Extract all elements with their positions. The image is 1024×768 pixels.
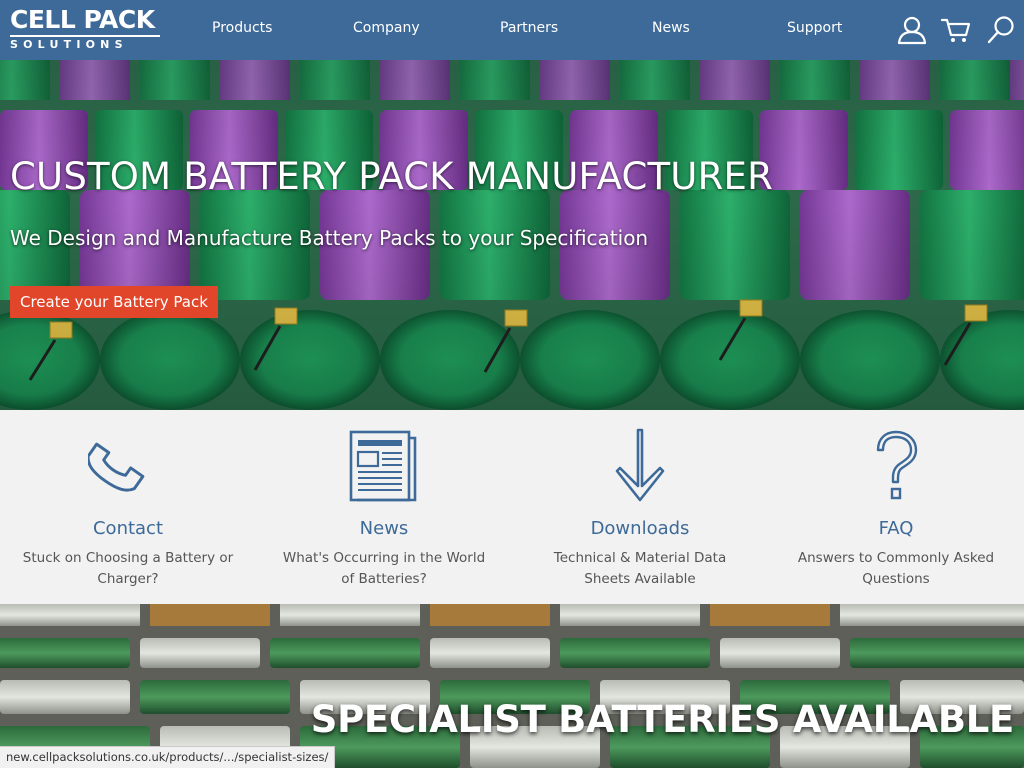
site-header: CELL PACK SOLUTIONS Products Company Par… (0, 0, 1024, 60)
cart-icon[interactable] (940, 14, 972, 46)
feature-downloads-title: Downloads (590, 518, 690, 539)
feature-downloads[interactable]: Downloads Technical & Material Data Shee… (512, 410, 768, 604)
features-section: Contact Stuck on Choosing a Battery or C… (0, 410, 1024, 604)
download-arrow-icon (615, 428, 665, 502)
feature-contact-title: Contact (92, 518, 164, 539)
feature-contact[interactable]: Contact Stuck on Choosing a Battery or C… (0, 410, 256, 604)
browser-status-url: new.cellpacksolutions.co.uk/products/...… (0, 746, 336, 768)
nav-news[interactable]: News (652, 20, 690, 36)
cell-pack-solutions-logo[interactable]: CELL PACK SOLUTIONS (10, 7, 160, 53)
logo-bottom-text: SOLUTIONS (10, 35, 160, 51)
newspaper-icon (349, 430, 417, 502)
banner-title: SPECIALIST BATTERIES AVAILABLE (310, 698, 1015, 741)
hero-title: CUSTOM BATTERY PACK MANUFACTURER (10, 155, 773, 198)
hero-subtitle: We Design and Manufacture Battery Packs … (10, 226, 649, 250)
nav-partners[interactable]: Partners (500, 20, 558, 36)
logo-top-text: CELL PACK (10, 5, 155, 34)
nav-products[interactable]: Products (212, 20, 272, 36)
feature-news[interactable]: News What's Occurring in the World of Ba… (256, 410, 512, 604)
battery-rows-background (0, 604, 1024, 768)
search-icon[interactable] (985, 14, 1017, 46)
feature-faq-title: FAQ (878, 518, 914, 539)
phone-icon (88, 442, 145, 492)
feature-faq-text: Answers to Commonly Asked Questions (797, 550, 995, 587)
nav-company[interactable]: Company (353, 20, 420, 36)
create-battery-pack-button[interactable]: Create your Battery Pack (10, 286, 218, 318)
feature-faq[interactable]: FAQ Answers to Commonly Asked Questions (768, 410, 1024, 604)
feature-contact-text: Stuck on Choosing a Battery or Charger? (22, 550, 234, 587)
feature-downloads-text: Technical & Material Data Sheets Availab… (553, 550, 727, 587)
specialist-batteries-banner[interactable]: SPECIALIST BATTERIES AVAILABLE (0, 604, 1024, 768)
user-icon[interactable] (896, 14, 928, 46)
feature-news-text: What's Occurring in the World of Batteri… (282, 550, 486, 587)
hero-banner: CUSTOM BATTERY PACK MANUFACTURER We Desi… (0, 60, 1024, 410)
feature-news-title: News (359, 518, 409, 539)
nav-support[interactable]: Support (787, 20, 842, 36)
question-mark-icon (876, 430, 918, 500)
